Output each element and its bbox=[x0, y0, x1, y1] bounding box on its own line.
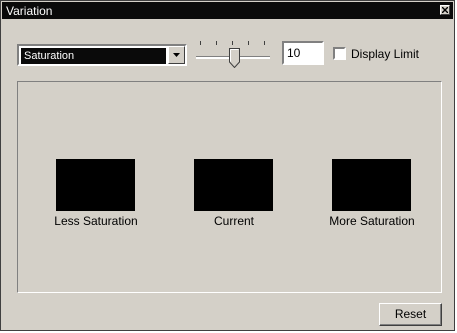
variation-slider[interactable] bbox=[194, 39, 274, 68]
more-saturation-preview[interactable] bbox=[332, 159, 411, 211]
mode-select-value: Saturation bbox=[21, 48, 166, 64]
variation-amount-input[interactable]: 10 bbox=[282, 41, 324, 65]
reset-button[interactable]: Reset bbox=[379, 303, 442, 326]
slider-tick bbox=[232, 41, 233, 45]
current-label: Current bbox=[213, 214, 254, 228]
dropdown-arrow-icon bbox=[173, 53, 180, 57]
close-button[interactable] bbox=[440, 5, 450, 15]
variation-window: Variation Saturation 10 Display Limit Le bbox=[0, 0, 455, 331]
slider-tick bbox=[216, 41, 217, 45]
slider-tick bbox=[200, 41, 201, 45]
display-limit-checkbox[interactable] bbox=[333, 47, 346, 60]
title-bar: Variation bbox=[2, 2, 453, 19]
less-saturation-preview[interactable] bbox=[56, 159, 135, 211]
mode-select[interactable]: Saturation bbox=[17, 44, 187, 66]
slider-tick bbox=[264, 41, 265, 45]
current-preview[interactable] bbox=[194, 159, 273, 211]
slider-tick bbox=[248, 41, 249, 45]
close-icon bbox=[442, 7, 448, 13]
window-title: Variation bbox=[6, 4, 53, 18]
less-saturation-label: Less Saturation bbox=[54, 214, 138, 228]
display-limit-label: Display Limit bbox=[351, 47, 420, 61]
slider-thumb-icon[interactable] bbox=[229, 48, 240, 68]
more-saturation-label: More Saturation bbox=[329, 214, 415, 228]
mode-select-dropdown-button[interactable] bbox=[168, 46, 185, 64]
